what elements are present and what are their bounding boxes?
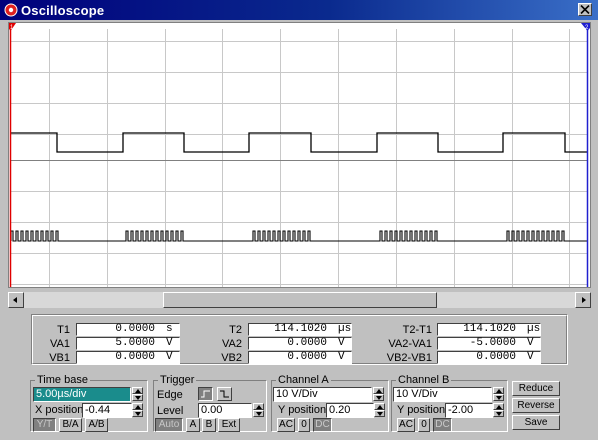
scroll-right-button[interactable] — [575, 292, 591, 308]
spin-up-icon — [256, 405, 262, 409]
spin-down-icon — [135, 396, 141, 400]
scope-grid — [11, 29, 587, 287]
spin-up-icon — [376, 389, 382, 393]
va2-label: VA2 — [222, 338, 242, 350]
spin-down-icon — [496, 412, 502, 416]
t2-value: 114.1020 µs — [248, 323, 352, 336]
channel-a-ypos-spinner[interactable] — [374, 403, 385, 418]
scroll-left-button[interactable] — [8, 292, 24, 308]
arrow-right-icon — [582, 297, 586, 303]
channel-a-title: Channel A — [276, 374, 331, 386]
channel-a-dc-button[interactable]: DC — [313, 418, 332, 432]
mode-ab-button[interactable]: A/B — [85, 418, 108, 432]
timebase-scale-field[interactable]: 5.00µs/div — [33, 387, 131, 402]
window-title: Oscilloscope — [21, 3, 105, 18]
vb1-value: 0.0000 V — [76, 351, 180, 364]
edge-falling-button[interactable] — [217, 387, 232, 401]
spin-up-icon — [496, 405, 502, 409]
channel-a-ac-button[interactable]: AC — [277, 418, 295, 432]
trigger-a-button[interactable]: A — [186, 418, 200, 432]
spin-up-icon — [135, 405, 141, 409]
va2-value: 0.0000 V — [248, 337, 352, 350]
channel-b-ypos-label: Y position — [397, 404, 446, 416]
reduce-button[interactable]: Reduce — [512, 381, 560, 396]
channel-b-scale-spinner[interactable] — [493, 387, 504, 402]
channel-a-scale-field[interactable]: 10 V/Div — [273, 387, 372, 402]
reverse-button[interactable]: Reverse — [512, 398, 560, 413]
mode-ba-button[interactable]: B/A — [59, 418, 82, 432]
channel-b-ac-button[interactable]: AC — [397, 418, 415, 432]
close-button[interactable] — [578, 3, 592, 16]
arrow-left-icon — [13, 297, 17, 303]
t1-value: 0.0000 s — [76, 323, 180, 336]
va1-label: VA1 — [50, 338, 70, 350]
channel-b-dc-button[interactable]: DC — [433, 418, 452, 432]
rising-edge-icon — [201, 390, 210, 398]
trigger-edge-label: Edge — [157, 389, 183, 401]
trigger-level-field[interactable]: 0.00 — [198, 403, 252, 418]
trigger-ext-button[interactable]: Ext — [218, 418, 240, 432]
t1-label: T1 — [57, 324, 70, 336]
t2-t1-label: T2-T1 — [402, 324, 432, 336]
channel-b-title: Channel B — [396, 374, 452, 386]
spin-down-icon — [135, 412, 141, 416]
channel-a-ypos-field[interactable]: 0.20 — [326, 403, 374, 418]
timebase-xpos-field[interactable]: -0.44 — [82, 403, 132, 418]
readout-panel: T1 VA1 VB1 0.0000 s 5.0000 V 0.0000 V T2… — [31, 314, 568, 365]
mode-yt-button[interactable]: Y/T — [33, 418, 56, 432]
trigger-group: Trigger Edge Level 0.00 Auto A B Ext — [153, 374, 267, 432]
timebase-xpos-spinner[interactable] — [132, 403, 143, 418]
horizontal-scrollbar[interactable] — [8, 292, 591, 309]
timebase-xpos-label: X position — [35, 404, 84, 416]
vb1-label: VB1 — [49, 352, 70, 364]
vb2-vb1-label: VB2-VB1 — [386, 352, 432, 364]
channel-b-ypos-spinner[interactable] — [493, 403, 504, 418]
save-button[interactable]: Save — [512, 415, 560, 430]
edge-rising-button[interactable] — [198, 387, 213, 401]
channel-a-trace — [11, 132, 587, 153]
app-icon — [4, 3, 18, 17]
timebase-scale-spinner[interactable] — [132, 387, 143, 402]
timebase-title: Time base — [35, 374, 90, 386]
scroll-thumb[interactable] — [163, 292, 437, 308]
channel-a-scale-spinner[interactable] — [373, 387, 384, 402]
channel-b-zero-button[interactable]: 0 — [418, 418, 430, 432]
spin-down-icon — [496, 396, 502, 400]
spin-down-icon — [377, 412, 383, 416]
trigger-title: Trigger — [158, 374, 197, 386]
vb2-vb1-value: 0.0000 V — [437, 351, 541, 364]
trigger-auto-button[interactable]: Auto — [155, 418, 183, 432]
falling-edge-icon — [220, 390, 229, 398]
scope-display[interactable]: 1 2 — [8, 22, 591, 288]
channel-b-scale-field[interactable]: 10 V/Div — [393, 387, 492, 402]
va2-va1-label: VA2-VA1 — [388, 338, 432, 350]
trigger-level-label: Level — [157, 405, 184, 417]
channel-b-trace — [10, 230, 587, 242]
spin-down-icon — [376, 396, 382, 400]
title-bar: Oscilloscope — [0, 0, 598, 20]
t2-label: T2 — [229, 324, 242, 336]
channel-b-group: Channel B 10 V/Div Y position -2.00 AC 0… — [391, 374, 508, 432]
va2-va1-value: -5.0000 V — [437, 337, 541, 350]
t2-t1-value: 114.1020 µs — [437, 323, 541, 336]
spin-down-icon — [256, 412, 262, 416]
spin-up-icon — [135, 389, 141, 393]
trigger-level-spinner[interactable] — [253, 403, 264, 418]
close-icon — [580, 5, 590, 14]
channel-a-ypos-label: Y position — [278, 404, 327, 416]
vb2-value: 0.0000 V — [248, 351, 352, 364]
timebase-group: Time base 5.00µs/div X position -0.44 Y/… — [30, 374, 148, 432]
trigger-b-button[interactable]: B — [202, 418, 216, 432]
channel-a-group: Channel A 10 V/Div Y position 0.20 AC 0 … — [271, 374, 389, 432]
va1-value: 5.0000 V — [76, 337, 180, 350]
vb2-label: VB2 — [221, 352, 242, 364]
spin-up-icon — [496, 389, 502, 393]
spin-up-icon — [377, 405, 383, 409]
channel-a-zero-button[interactable]: 0 — [298, 418, 310, 432]
channel-b-ypos-field[interactable]: -2.00 — [445, 403, 493, 418]
